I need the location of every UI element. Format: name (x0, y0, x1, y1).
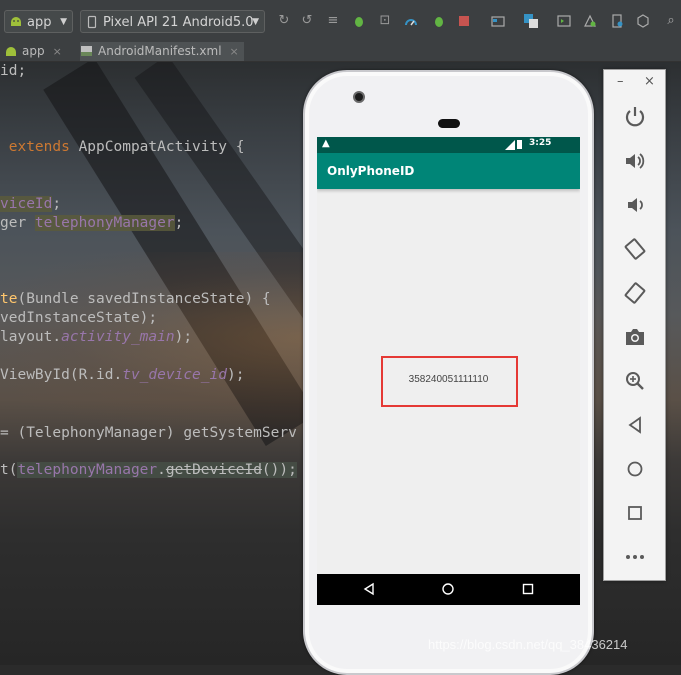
apply-changes-icon[interactable]: ↻ (277, 14, 291, 28)
tab-label: app (22, 44, 45, 58)
minimize-icon[interactable]: – (617, 74, 624, 89)
code-text: vedInstanceState); (0, 310, 158, 326)
attach-debugger-icon[interactable] (432, 14, 446, 28)
warning-icon: ▲ (322, 138, 330, 149)
camera-icon[interactable] (623, 325, 647, 349)
navigation-bar (317, 574, 580, 605)
volume-up-icon[interactable] (623, 149, 647, 173)
chevron-down-icon: ▼ (60, 17, 67, 27)
overview-icon[interactable] (623, 501, 647, 525)
watermark: https://blog.csdn.net/qq_38436214 (428, 637, 628, 652)
highlight-box (381, 356, 518, 407)
back-icon[interactable] (362, 582, 376, 596)
profile-icon[interactable] (404, 14, 418, 28)
field-name: telephonyManager (34, 215, 175, 231)
close-icon[interactable]: × (53, 45, 62, 58)
home-icon[interactable] (623, 457, 647, 481)
code-line: layout.activity_main); (0, 328, 192, 347)
code-text: ViewById(R.id. (0, 367, 123, 383)
code-text: (Bundle savedInstanceState) { (17, 291, 271, 307)
xml-file-icon (81, 46, 92, 56)
attach-icon[interactable]: ⊡ (378, 14, 392, 28)
keyword: extends (8, 139, 70, 155)
code-text: ); (174, 329, 193, 345)
code-text: ()); (261, 462, 297, 478)
tab-android-manifest[interactable]: AndroidManifest.xml × (80, 42, 244, 61)
code-line: te(Bundle savedInstanceState) { (0, 290, 271, 309)
code-line: t(telephonyManager.getDeviceId()); (0, 461, 297, 480)
android-icon (11, 17, 21, 26)
phone-icon (87, 15, 97, 29)
code-text: ; (174, 215, 184, 231)
stop-icon[interactable] (457, 14, 471, 28)
debug-icon[interactable] (352, 14, 366, 28)
code-text: ger (0, 215, 35, 231)
code-line: = (TelephonyManager) getSystemServ (0, 424, 297, 443)
app-bar: OnlyPhoneID (317, 153, 580, 189)
search-everywhere-icon[interactable]: ⌕ (664, 14, 678, 28)
translate-icon[interactable] (524, 14, 538, 28)
power-icon[interactable] (623, 105, 647, 129)
more-options-icon[interactable] (623, 545, 647, 569)
close-icon[interactable]: × (230, 45, 239, 58)
module-dropdown[interactable]: app ▼ (4, 10, 73, 33)
code-text: ); (226, 367, 245, 383)
deprecated-method: getDeviceId (165, 462, 262, 478)
close-icon[interactable]: × (644, 74, 655, 89)
zoom-icon[interactable] (623, 369, 647, 393)
status-bar: ▲ 3:25 (317, 137, 580, 153)
code-text: id; (0, 63, 27, 79)
status-time: 3:25 (529, 138, 552, 148)
device-label: Pixel API 21 Android5.0 (103, 15, 254, 30)
volume-down-icon[interactable] (623, 193, 647, 217)
editor-tabs: app × AndroidManifest.xml × (0, 42, 681, 62)
earpiece-speaker (438, 119, 460, 128)
code-text: t( (0, 462, 18, 478)
field-name: telephonyManager (17, 462, 158, 478)
front-camera (353, 91, 365, 103)
main-toolbar: app ▼ Pixel API 21 Android5.0 ▼ ↻ ↺ ≡ ⊡ … (0, 0, 681, 43)
code-text: = (TelephonyManager) getSystemServ (0, 425, 297, 441)
code-text: . (157, 462, 166, 478)
module-label: app (27, 15, 52, 30)
code-line: ViewById(R.id.tv_device_id); (0, 366, 244, 385)
app-title: OnlyPhoneID (327, 164, 415, 178)
code-text: layout. (0, 329, 62, 345)
code-line: ger telephonyManager; (0, 214, 183, 233)
resource-id: tv_device_id (122, 367, 227, 383)
device-dropdown[interactable]: Pixel API 21 Android5.0 ▼ (80, 10, 265, 33)
back-icon[interactable] (623, 413, 647, 437)
emulator-controls-panel: – × (603, 69, 666, 581)
tab-app[interactable]: app × (4, 42, 80, 61)
recents-icon[interactable] (521, 582, 535, 596)
battery-icon (517, 140, 522, 149)
code-line: viceId; (0, 195, 61, 214)
code-text: ; (52, 196, 62, 212)
cube-icon[interactable] (636, 14, 650, 28)
sdk-manager-icon[interactable] (557, 14, 571, 28)
avd-manager-icon[interactable] (583, 14, 597, 28)
chevron-down-icon: ▼ (252, 17, 259, 27)
android-icon (6, 47, 16, 56)
project-structure-icon[interactable] (491, 14, 505, 28)
tab-label: AndroidManifest.xml (98, 44, 222, 58)
device-file-explorer-icon[interactable] (610, 14, 624, 28)
resource-id: activity_main (61, 329, 175, 345)
field-name: viceId (0, 196, 53, 212)
run-with-coverage-icon[interactable]: ≡ (326, 14, 340, 28)
home-icon[interactable] (441, 582, 455, 596)
code-line: extends AppCompatActivity { (0, 138, 245, 157)
code-line: id; (0, 62, 26, 81)
code-text: AppCompatActivity { (69, 139, 245, 155)
code-line: vedInstanceState); (0, 309, 157, 328)
apply-code-changes-icon[interactable]: ↺ (300, 14, 314, 28)
method-name: te (0, 291, 18, 307)
signal-icon (505, 140, 515, 150)
rotate-left-icon[interactable] (623, 237, 647, 261)
rotate-right-icon[interactable] (623, 281, 647, 305)
